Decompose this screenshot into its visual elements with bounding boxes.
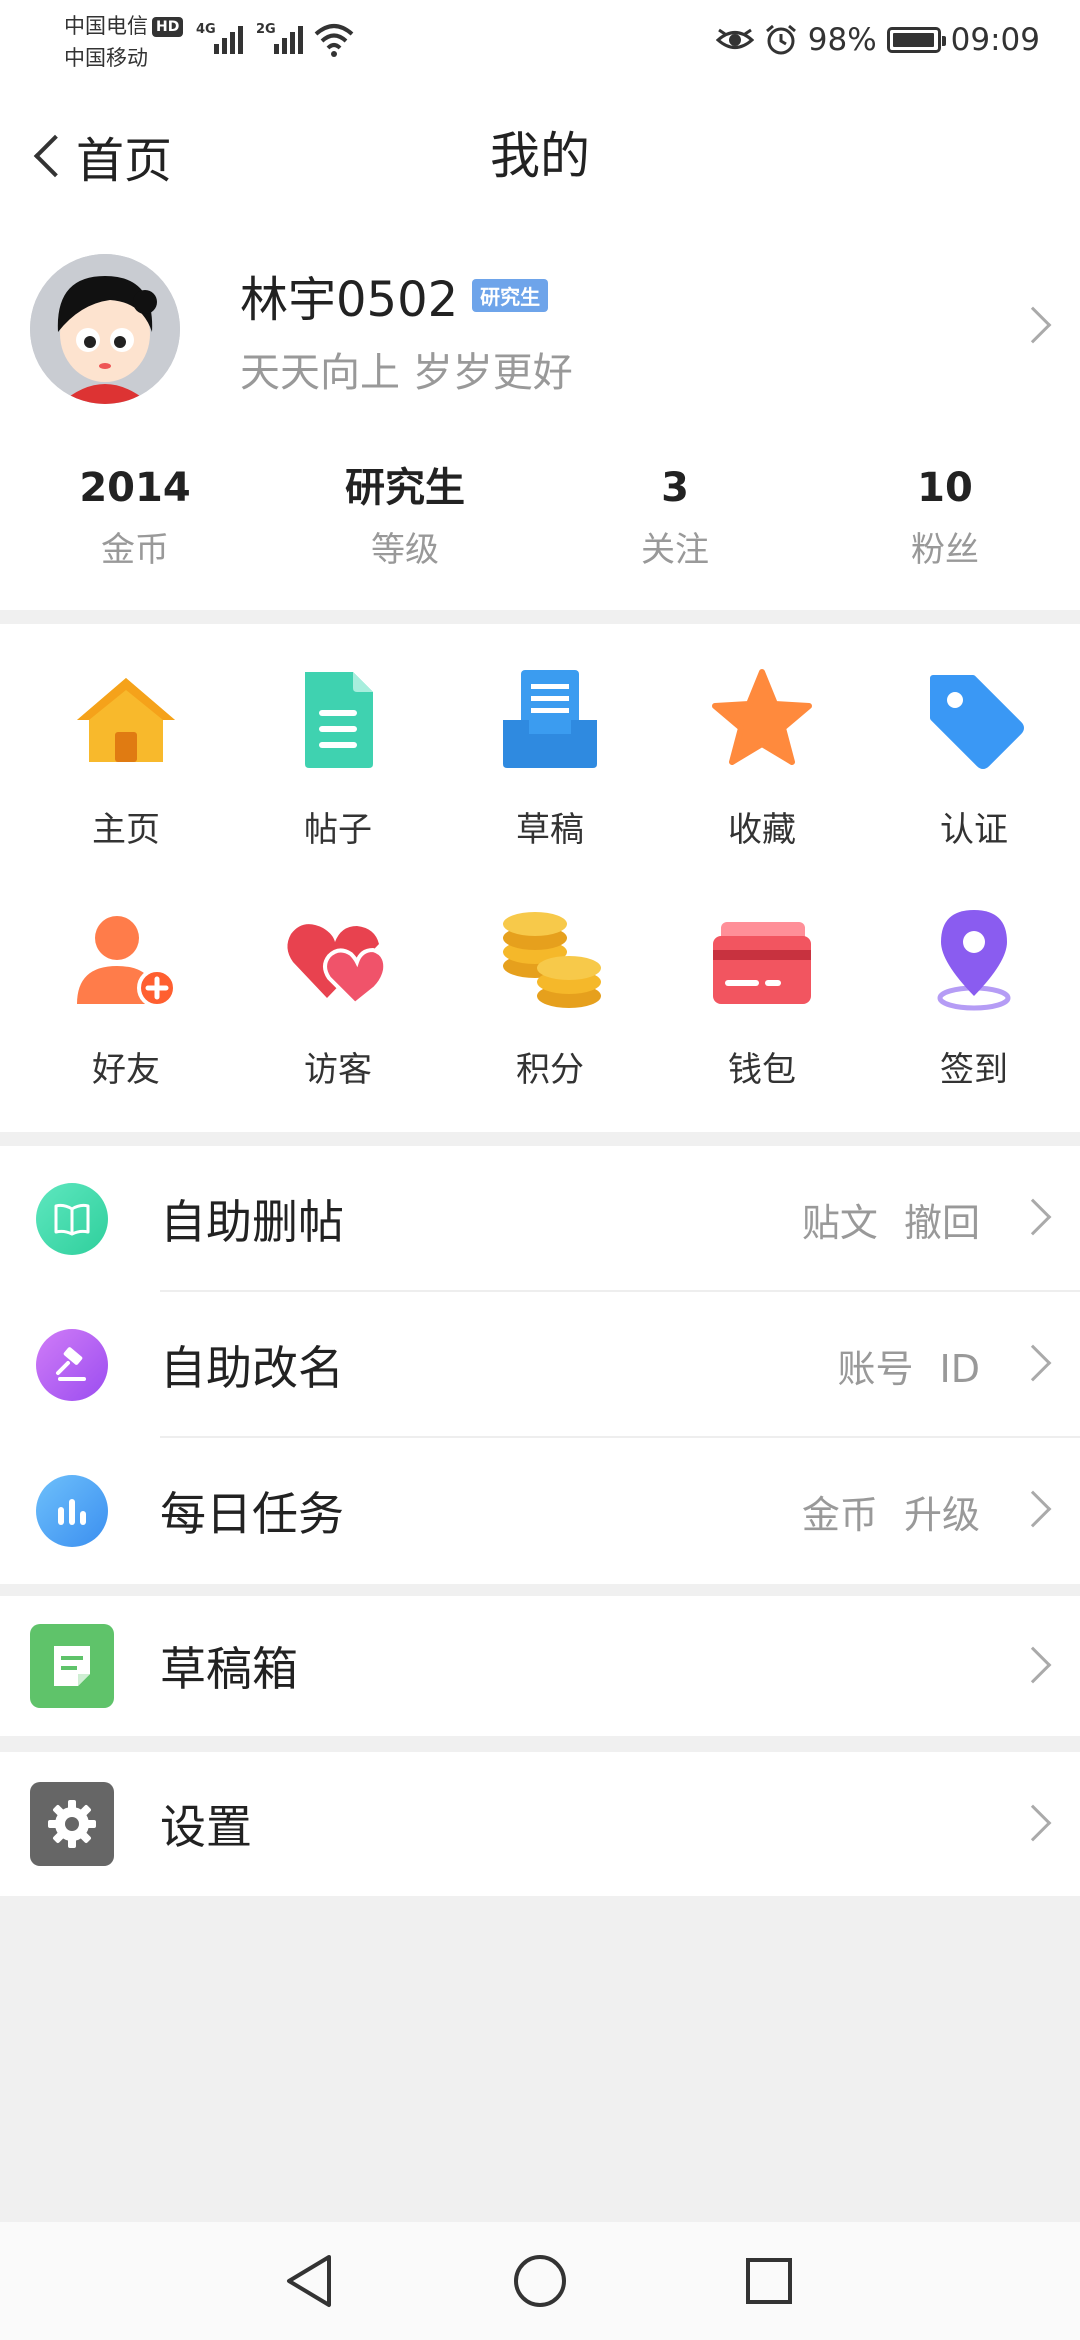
hearts-icon [287, 924, 388, 1007]
carrier-info: 中国电信 HD 中国移动 [64, 10, 184, 74]
row-label: 每日任务 [160, 1487, 344, 1541]
status-right: 98% 09:09 [715, 18, 1040, 62]
stat-label: 粉丝 [911, 530, 979, 570]
avatar[interactable] [30, 254, 180, 404]
bar-chart-icon [36, 1475, 108, 1547]
grid-item-checkin[interactable]: 签到 [868, 904, 1080, 1091]
chevron-right-icon [1014, 1646, 1052, 1684]
feature-grid: 主页 帖子 草稿 收藏 认证 好友 访客 积分 钱包 签到 [0, 624, 1080, 1132]
stat-value: 10 [917, 465, 973, 511]
row-tags: 贴文 撤回 [801, 1200, 980, 1245]
signal-icon: 2G [256, 20, 306, 54]
list-item-drafts-box[interactable]: 草稿箱 [0, 1596, 1080, 1736]
eye-icon [715, 28, 754, 49]
stat-label: 等级 [371, 530, 439, 570]
list-item-settings[interactable]: 设置 [0, 1752, 1080, 1896]
coins-icon [503, 912, 601, 1008]
stat-followers[interactable]: 10 粉丝 [810, 460, 1080, 600]
grid-item-favorites[interactable]: 收藏 [656, 664, 868, 851]
page-title: 我的 [490, 127, 590, 185]
settings-card: 设置 [0, 1752, 1080, 1896]
home-circle-icon[interactable] [505, 2246, 575, 2316]
gear-icon [30, 1782, 114, 1866]
grid-item-points[interactable]: 积分 [444, 904, 656, 1091]
row-label: 自助删帖 [160, 1195, 344, 1249]
grid-label: 草稿 [516, 810, 584, 850]
grid-label: 收藏 [728, 810, 796, 850]
gavel-icon [36, 1329, 108, 1401]
battery-icon [886, 27, 946, 53]
grid-item-posts[interactable]: 帖子 [232, 664, 444, 851]
stats-row: 2014 金币 研究生 等级 3 关注 10 粉丝 [0, 460, 1080, 600]
stat-level[interactable]: 研究生 等级 [270, 460, 540, 600]
grid-item-home[interactable]: 主页 [20, 664, 232, 851]
signal-icon: 4G [196, 20, 246, 54]
list-item-daily-tasks[interactable]: 每日任务 金币 升级 [0, 1438, 1080, 1584]
recents-square-icon[interactable] [734, 2246, 804, 2316]
stat-label: 金币 [101, 530, 169, 570]
note-icon [30, 1624, 114, 1708]
grid-label: 帖子 [304, 810, 372, 850]
chevron-right-icon [1014, 1344, 1052, 1382]
username: 林宇0502 [240, 272, 459, 328]
hd-badge: HD [152, 17, 184, 37]
wallet-card-icon [713, 922, 811, 1004]
back-triangle-icon[interactable] [274, 2246, 344, 2316]
grid-item-visitors[interactable]: 访客 [232, 904, 444, 1091]
document-icon [305, 672, 373, 768]
book-icon [36, 1183, 108, 1255]
star-icon [712, 669, 812, 765]
grid-label: 签到 [940, 1050, 1008, 1090]
grid-item-wallet[interactable]: 钱包 [656, 904, 868, 1091]
profile-card: 林宇0502 研究生 天天向上 岁岁更好 2014 金币 研究生 等级 3 关注… [0, 230, 1080, 610]
grid-label: 认证 [940, 810, 1008, 850]
wifi-icon [314, 24, 354, 57]
tag-icon [930, 675, 1024, 769]
row-tags: 账号 ID [837, 1346, 980, 1391]
header: 首页 我的 [0, 80, 1080, 230]
stat-label: 关注 [641, 530, 709, 570]
add-friend-icon [77, 916, 177, 1008]
chevron-right-icon [1014, 1490, 1052, 1528]
carrier-2: 中国移动 [64, 46, 148, 70]
grid-label: 钱包 [728, 1050, 796, 1090]
username-row[interactable]: 林宇0502 研究生 [240, 260, 549, 330]
system-nav-bar [0, 2222, 1080, 2340]
level-badge: 研究生 [472, 278, 549, 312]
avatar-image [30, 254, 180, 404]
stat-value: 3 [661, 465, 689, 511]
chevron-right-icon [1014, 1804, 1052, 1842]
stat-value: 研究生 [345, 465, 465, 511]
home-icon [77, 678, 175, 762]
grid-label: 访客 [304, 1050, 372, 1090]
draft-tray-icon [503, 670, 597, 768]
chevron-right-icon [1014, 1198, 1052, 1236]
row-label: 草稿箱 [160, 1642, 298, 1696]
list-item-self-delete[interactable]: 自助删帖 贴文 撤回 [0, 1146, 1080, 1292]
status-bar: 中国电信 HD 中国移动 4G 2G 98% 09:09 [0, 0, 1080, 80]
battery-percent: 98% [807, 22, 877, 58]
row-label: 自助改名 [160, 1341, 344, 1395]
drafts-box-card: 草稿箱 [0, 1596, 1080, 1736]
grid-label: 积分 [516, 1050, 584, 1090]
grid-item-drafts[interactable]: 草稿 [444, 664, 656, 851]
carrier-1: 中国电信 [64, 14, 148, 38]
stat-following[interactable]: 3 关注 [540, 460, 810, 600]
grid-label: 好友 [92, 1050, 160, 1090]
list-item-self-rename[interactable]: 自助改名 账号 ID [0, 1292, 1080, 1438]
grid-item-verify[interactable]: 认证 [868, 664, 1080, 851]
row-label: 设置 [160, 1800, 252, 1854]
grid-item-friends[interactable]: 好友 [20, 904, 232, 1091]
tools-list: 自助删帖 贴文 撤回 自助改名 账号 ID 每日任务 金币 升级 [0, 1146, 1080, 1584]
location-pin-icon [937, 910, 1011, 1011]
stat-value: 2014 [79, 465, 191, 511]
row-tags: 金币 升级 [801, 1492, 980, 1537]
stat-coins[interactable]: 2014 金币 [0, 460, 270, 600]
grid-label: 主页 [92, 810, 160, 850]
chevron-right-icon[interactable] [1014, 306, 1052, 344]
profile-motto: 天天向上 岁岁更好 [240, 350, 573, 396]
alarm-icon [765, 24, 796, 55]
clock: 09:09 [950, 22, 1040, 58]
